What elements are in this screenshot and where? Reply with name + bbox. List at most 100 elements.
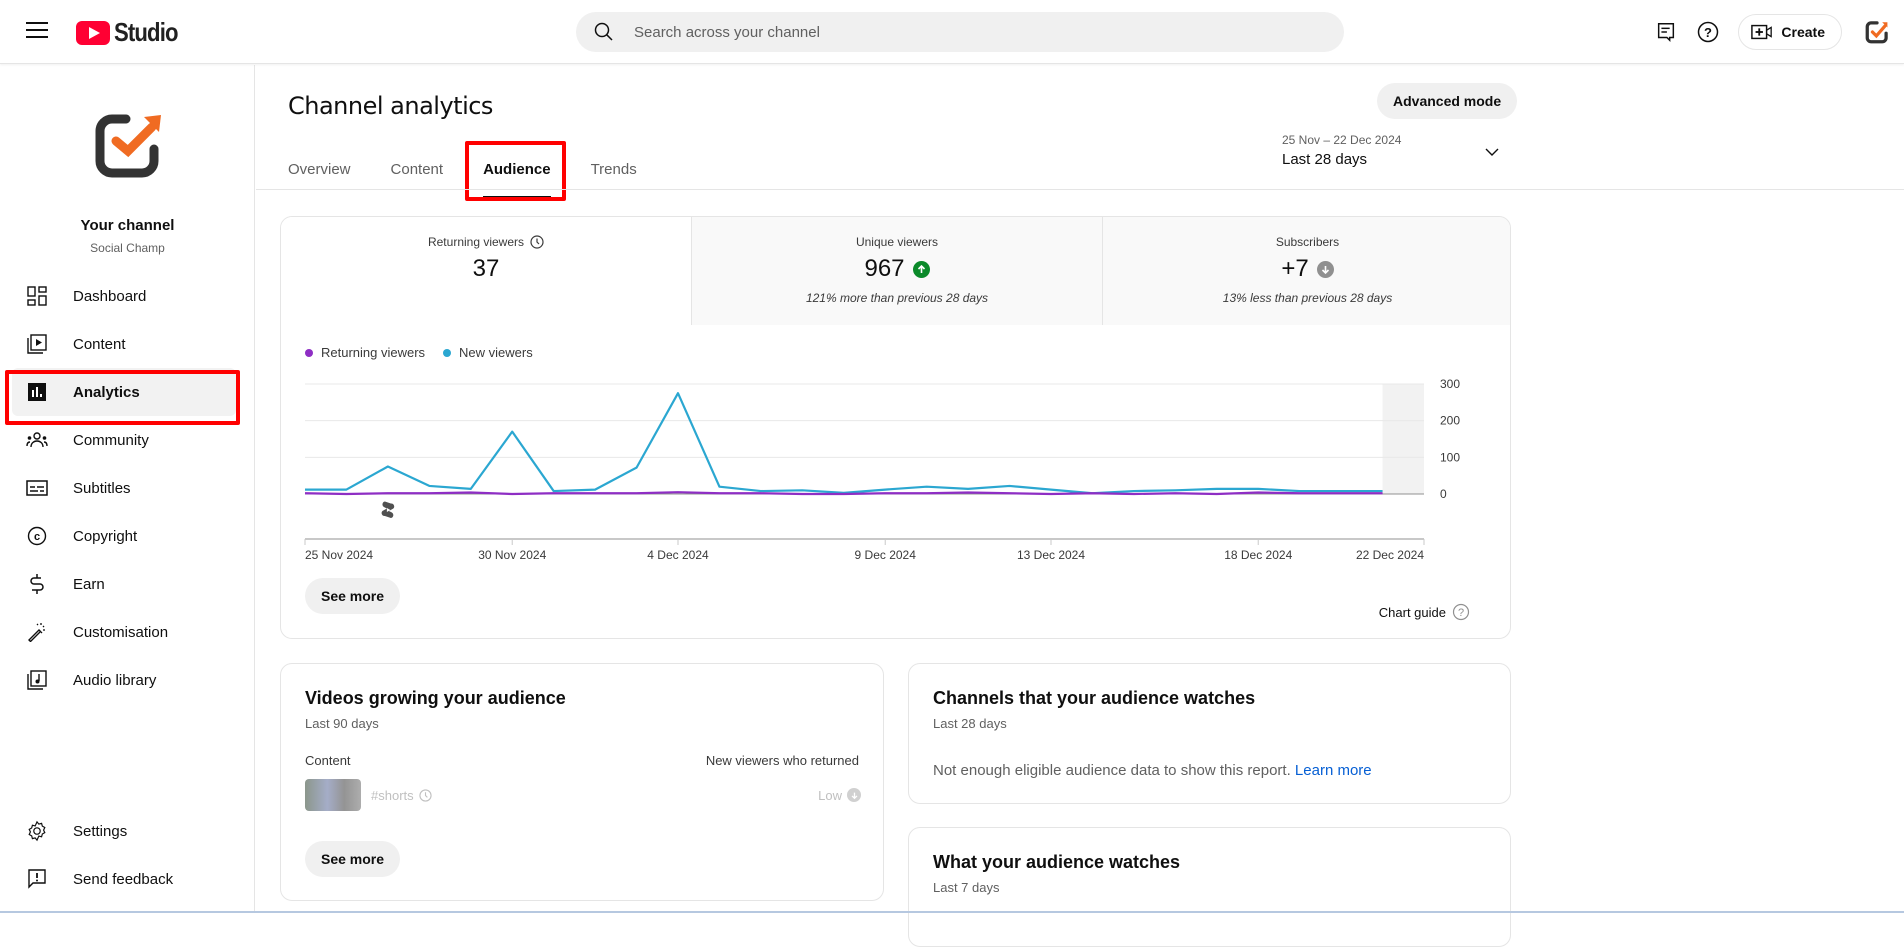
tab-audience[interactable]: Audience [483,150,551,205]
legend-label: New viewers [459,345,533,360]
tab-content[interactable]: Content [391,150,444,205]
channels-audience-watches-card: Channels that your audience watches Last… [908,663,1511,804]
metric-value: 37 [473,255,500,283]
shorts-icon[interactable] [382,502,395,519]
metric-value: +7 [1281,255,1308,283]
earn-icon [25,572,49,596]
settings-icon [25,819,49,843]
metric-value: 967 [864,255,904,283]
empty-state-message: Not enough eligible audience data to sho… [933,762,1291,779]
y-tick-label: 100 [1440,450,1460,464]
videos-growing-card: Videos growing your audience Last 90 day… [280,663,884,901]
sidebar-item-label: Settings [73,823,127,840]
legend-label: Returning viewers [321,345,425,360]
dashboard-icon [25,284,49,308]
sidebar-item-settings[interactable]: Settings [12,807,236,855]
help-icon: ? [1696,20,1720,44]
search-bar[interactable] [576,12,1344,52]
sidebar-item-audio-library[interactable]: Audio library [12,656,236,704]
sidebar-item-community[interactable]: Community [12,416,236,464]
create-button[interactable]: Create [1738,14,1842,50]
x-tick-label: 18 Dec 2024 [1224,548,1292,562]
svg-text:?: ? [1704,25,1712,40]
chart-see-more-button[interactable]: See more [305,578,400,614]
sidebar-item-content[interactable]: Content [12,320,236,368]
search-input[interactable] [634,24,1234,41]
feedback-icon [25,867,49,891]
video-title: #shorts [371,788,414,803]
clock-icon [419,789,432,802]
sidebar-item-subtitles[interactable]: Subtitles [12,464,236,512]
sidebar-item-label: Audio library [73,672,156,689]
tab-trends[interactable]: Trends [591,150,637,205]
sidebar-item-copyright[interactable]: c Copyright [12,512,236,560]
x-tick-label: 22 Dec 2024 [1356,548,1424,562]
sidebar-item-label: Send feedback [73,871,173,888]
sidebar-item-label: Customisation [73,624,168,641]
chart-legend: Returning viewers New viewers [305,345,551,360]
sidebar-item-earn[interactable]: Earn [12,560,236,608]
audience-line-chart: 010020030025 Nov 202430 Nov 20244 Dec 20… [281,367,1511,567]
legend-returning-viewers[interactable]: Returning viewers [305,345,425,360]
sidebar-item-dashboard[interactable]: Dashboard [12,272,236,320]
card-subtitle: Last 28 days [933,716,1007,731]
channel-name[interactable]: Social Champ [0,241,255,255]
audio-library-icon [25,668,49,692]
metric-label: Subscribers [1276,235,1339,249]
sidebar-item-label: Copyright [73,528,137,545]
messages-button[interactable] [1648,14,1684,50]
advanced-mode-button[interactable]: Advanced mode [1377,83,1517,119]
sidebar-item-label: Community [73,432,149,449]
sidebar-item-customisation[interactable]: Customisation [12,608,236,656]
metric-subscribers[interactable]: Subscribers +7 13% less than previous 28… [1102,217,1511,325]
help-icon: ? [1452,603,1470,621]
channel-avatar[interactable] [88,105,168,185]
sidebar-item-send-feedback[interactable]: Send feedback [12,855,236,903]
metric-label: Returning viewers [428,235,524,249]
metric-returning-viewers[interactable]: Returning viewers 37 [281,217,691,325]
date-period-label: Last 28 days [1282,151,1512,168]
tab-divider [256,189,1904,190]
menu-icon[interactable] [26,22,48,40]
new-viewers-line [305,393,1383,493]
help-button[interactable]: ? [1690,14,1726,50]
metric-unique-viewers[interactable]: Unique viewers 967 121% more than previo… [691,217,1102,325]
video-thumbnail [305,779,361,811]
date-range-picker[interactable]: 25 Nov – 22 Dec 2024 Last 28 days [1282,133,1512,183]
main-content: Channel analytics Advanced mode Overview… [256,65,1904,913]
column-header-content: Content [305,753,351,768]
studio-logo[interactable]: Studio [76,17,189,48]
videos-see-more-button[interactable]: See more [305,841,400,877]
messages-icon [1655,21,1677,43]
column-header-metric: New viewers who returned [706,753,859,768]
top-bar: Studio ? Create [0,0,1904,64]
card-subtitle: Last 7 days [933,880,1000,895]
legend-dot [305,349,313,357]
video-metric-value: Low [818,788,842,803]
legend-new-viewers[interactable]: New viewers [443,345,533,360]
customisation-icon [25,620,49,644]
chart-guide-link[interactable]: Chart guide ? [1379,603,1470,621]
content-icon [25,332,49,356]
video-row[interactable]: #shorts Low [305,779,861,811]
analytics-icon [25,380,49,404]
logo-text: Studio [114,17,178,48]
analytics-tabs: Overview Content Audience Trends [288,150,677,205]
trend-down-icon [1317,261,1334,278]
svg-text:?: ? [1458,607,1464,619]
create-video-icon [1751,23,1773,41]
sidebar-item-label: Analytics [73,384,140,401]
sidebar-item-analytics[interactable]: Analytics [12,368,236,416]
trend-down-icon [847,788,861,802]
sidebar-item-label: Dashboard [73,288,146,305]
sidebar-item-label: Earn [73,576,105,593]
create-label: Create [1781,24,1825,40]
page-title: Channel analytics [288,92,493,120]
learn-more-link[interactable]: Learn more [1295,762,1372,779]
sidebar-item-label: Subtitles [73,480,131,497]
card-title: Videos growing your audience [305,688,566,709]
x-tick-label: 25 Nov 2024 [305,548,373,562]
tab-overview[interactable]: Overview [288,150,351,205]
legend-dot [443,349,451,357]
account-avatar[interactable] [1864,19,1890,45]
